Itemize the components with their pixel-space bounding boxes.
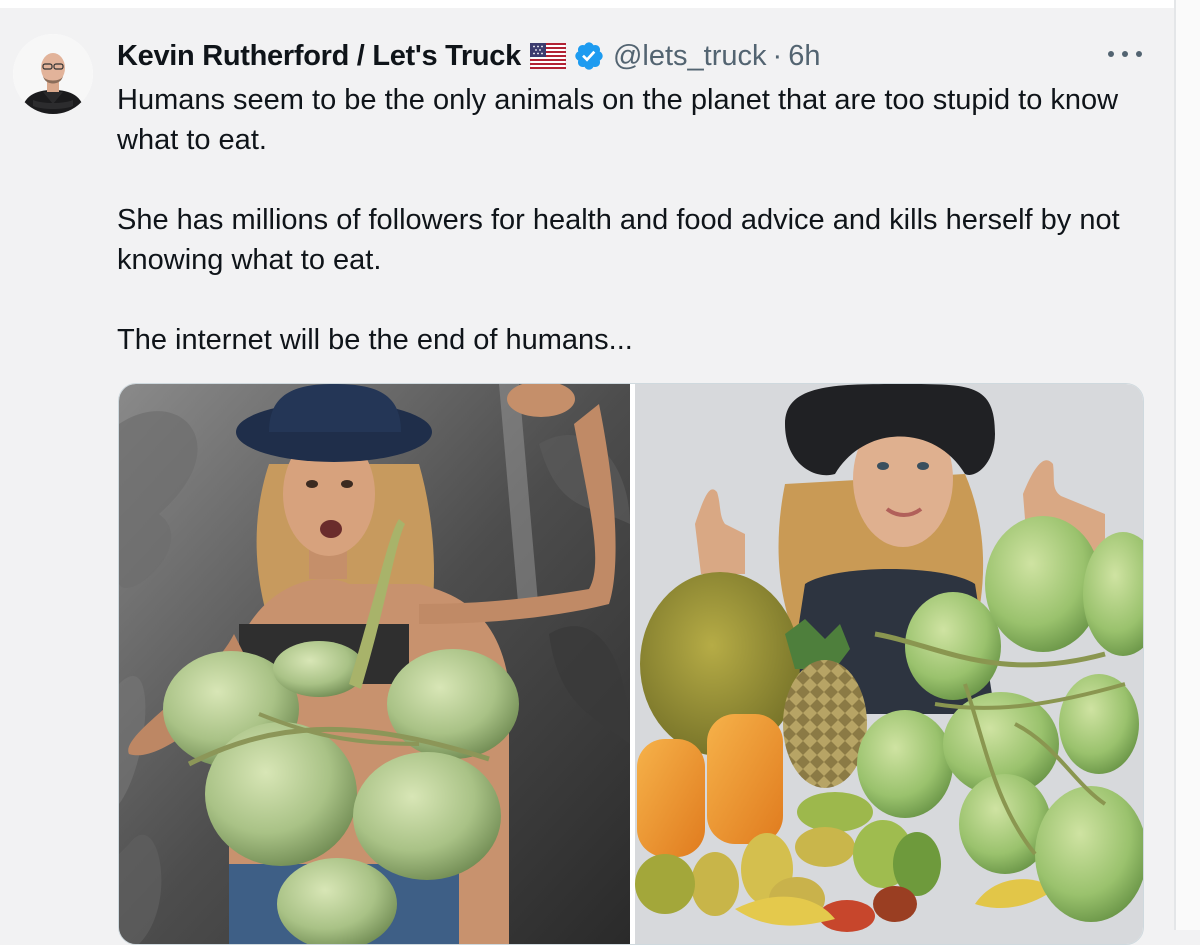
tweet-paragraph: Humans seem to be the only animals on th…	[117, 84, 1119, 156]
more-dot	[1122, 51, 1128, 57]
more-dot	[1136, 51, 1142, 57]
tweet-media	[118, 383, 1144, 945]
tweet-timestamp[interactable]: 6h	[788, 40, 820, 73]
tweet-paragraph: The internet will be the end of humans..…	[117, 324, 633, 356]
top-strip	[0, 0, 1200, 8]
header-separator: ·	[772, 39, 783, 72]
media-photo-coconut-flex[interactable]	[119, 384, 630, 944]
avatar[interactable]	[13, 34, 93, 114]
media-photo-fruit-pile[interactable]	[635, 384, 1143, 944]
tweet-text: Humans seem to be the only animals on th…	[117, 80, 1157, 360]
author-handle[interactable]: @lets_truck	[613, 40, 767, 73]
author-display-name[interactable]: Kevin Rutherford / Let's Truck	[117, 40, 521, 73]
more-options-icon[interactable]	[1108, 40, 1142, 68]
us-flag-icon	[529, 42, 567, 70]
tweet-header: Kevin Rutherford / Let's Truck @lets_tru…	[117, 36, 820, 76]
tweet-paragraph: She has millions of followers for health…	[117, 204, 1120, 276]
right-gutter	[1176, 0, 1200, 930]
more-dot	[1108, 51, 1114, 57]
verified-badge-icon[interactable]	[573, 40, 605, 72]
